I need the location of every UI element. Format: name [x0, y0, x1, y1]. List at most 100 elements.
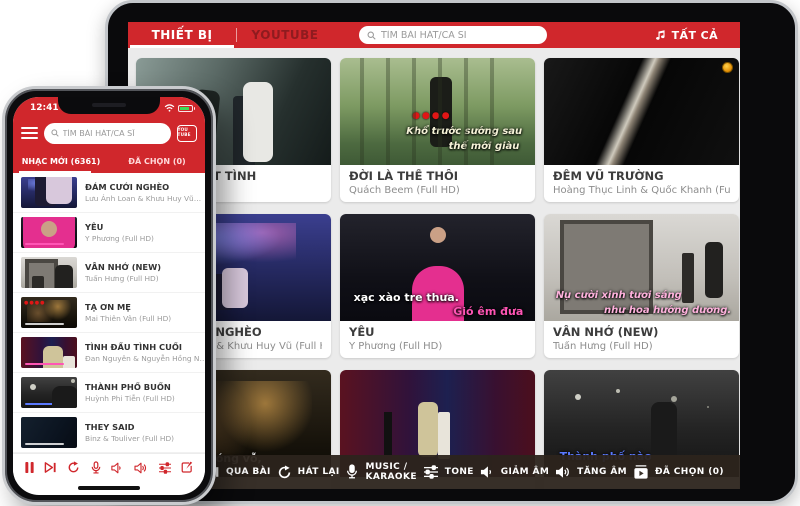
song-thumbnail — [21, 177, 77, 208]
compose-icon[interactable] — [181, 461, 194, 474]
tone-button[interactable]: TONE — [423, 465, 474, 479]
ipad-search-box[interactable] — [359, 26, 547, 44]
song-card[interactable]: xạc xào tre thưa. Gió êm đưa YÊU Y Phươn… — [340, 214, 535, 358]
song-title: ĐÊM VŨ TRƯỜNG — [553, 169, 730, 183]
music-karaoke-button[interactable]: MUSIC /KARAOKE — [345, 462, 416, 483]
screenshot-stage: THIẾT BỊ YOUTUBE TẤT CẢ ĐANG THẤT TÌNH (… — [0, 0, 800, 506]
song-artist: Mai Thiên Vân (Full HD) — [85, 314, 171, 323]
song-title: TẠ ƠN MẸ — [85, 302, 171, 312]
tone-sliders-icon[interactable] — [158, 462, 172, 474]
list-item[interactable]: THÀNH PHỐ BUỒN Huỳnh Phi Tiễn (Full HD) — [13, 373, 205, 413]
list-item[interactable]: VẪN NHỚ (NEW) Tuấn Hưng (Full HD) — [13, 253, 205, 293]
button-label: GIẢM ÂM — [501, 467, 550, 477]
all-songs-button[interactable]: TẤT CẢ — [654, 29, 718, 42]
youtube-button[interactable]: YOU TUBE — [177, 125, 197, 142]
playlist-icon — [633, 465, 649, 480]
song-thumbnail — [544, 58, 739, 165]
replay-icon[interactable] — [67, 461, 80, 474]
replay-icon — [277, 465, 292, 480]
song-title: ĐÁM CƯỚI NGHÈO — [85, 182, 201, 192]
song-artist: Huỳnh Phi Tiễn (Full HD) — [85, 394, 175, 403]
song-card[interactable]: ●●●● Khổ trước sướng sau thế mới giàu ĐỜ… — [340, 58, 535, 202]
song-thumbnail — [21, 217, 77, 248]
song-artist: Y Phương (Full HD) — [349, 341, 526, 352]
lyric-line: như hoa hướng dương. — [604, 305, 731, 316]
microphone-icon — [345, 464, 359, 480]
clock-time: 12:41 — [30, 103, 59, 113]
iphone-song-list: ĐÁM CƯỚI NGHÈO Lưu Ánh Loan & Khưu Huy V… — [13, 173, 205, 453]
button-label: QUA BÀI — [226, 467, 271, 477]
iphone-search-box[interactable] — [44, 123, 171, 144]
list-item[interactable]: TÌNH ĐẦU TÌNH CUỐI Đan Nguyên & Nguyễn H… — [13, 333, 205, 373]
tone-sliders-icon — [423, 465, 439, 479]
menu-icon[interactable] — [21, 127, 38, 139]
lyric-line: Khổ trước sướng sau — [406, 126, 522, 137]
tab-label: YOUTUBE — [252, 28, 319, 42]
tab-nhac-moi[interactable]: NHẠC MỚI (6361) — [13, 149, 109, 173]
song-artist: Đan Nguyên & Nguyễn Hồng N… — [85, 354, 205, 363]
iphone-screen: 12:41 YOU TUBE NHẠC MỚI (6361) ĐÃ CHỌN (… — [13, 97, 205, 495]
lyric-progress-dots: ●●●● — [24, 300, 45, 306]
iphone-tabs: NHẠC MỚI (6361) ĐÃ CHỌN (0) — [13, 149, 205, 173]
song-thumbnail — [21, 377, 77, 408]
song-thumbnail: xạc xào tre thưa. Gió êm đưa — [340, 214, 535, 321]
volume-down-icon — [480, 465, 495, 479]
song-artist: Lưu Ánh Loan & Khưu Huy Vũ… — [85, 194, 201, 203]
lyric-progress-dots: ●●●● — [412, 111, 451, 121]
button-label: ĐÃ CHỌN (0) — [655, 467, 724, 477]
replay-button[interactable]: HÁT LẠI — [277, 465, 340, 480]
song-thumbnail — [21, 337, 77, 368]
tab-youtube[interactable]: YOUTUBE — [237, 22, 333, 48]
lyric-line: Gió êm đưa — [453, 305, 523, 318]
youtube-button-label: YOU TUBE — [178, 128, 196, 137]
song-card[interactable]: ĐÊM VŨ TRƯỜNG Hoàng Thục Linh & Quốc Kha… — [544, 58, 739, 202]
microphone-icon[interactable] — [90, 461, 102, 475]
song-title: TÌNH ĐẦU TÌNH CUỐI — [85, 342, 205, 352]
list-item[interactable]: ●●●● TẠ ƠN MẸ Mai Thiên Vân (Full HD) — [13, 293, 205, 333]
volume-up-icon[interactable] — [134, 462, 148, 474]
ipad-bottom-toolbar: QUA BÀI HÁT LẠI MUSIC /KARAOKE TONE GIẢM… — [128, 455, 740, 489]
iphone-notch — [58, 97, 160, 114]
tab-label: ĐÃ CHỌN (0) — [128, 157, 185, 166]
tab-label: THIẾT BỊ — [152, 28, 213, 42]
song-artist: Binz & Touliver (Full HD) — [85, 434, 174, 443]
button-label: TONE — [445, 467, 474, 477]
volume-down-button[interactable]: GIẢM ÂM — [480, 465, 550, 479]
song-thumbnail: ●●●● Khổ trước sướng sau thế mới giàu — [340, 58, 535, 165]
song-title: THEY SAID — [85, 422, 174, 432]
wifi-icon — [164, 104, 175, 112]
ipad-header: THIẾT BỊ YOUTUBE TẤT CẢ — [128, 22, 740, 48]
music-note-icon — [654, 29, 667, 42]
song-title: VẪN NHỚ (NEW) — [553, 325, 730, 339]
song-card[interactable]: Nụ cười xinh tươi sáng như hoa hướng dươ… — [544, 214, 739, 358]
song-artist: Tuấn Hưng (Full HD) — [85, 274, 161, 283]
song-title: ĐỜI LÀ THẾ THÔI — [349, 169, 526, 183]
search-icon — [367, 31, 376, 40]
home-indicator[interactable] — [78, 486, 140, 490]
tab-thiet-bi[interactable]: THIẾT BỊ — [128, 22, 236, 48]
volume-down-icon[interactable] — [111, 462, 124, 474]
song-title: THÀNH PHỐ BUỒN — [85, 382, 175, 392]
song-title: VẪN NHỚ (NEW) — [85, 262, 161, 272]
list-item[interactable]: ĐÁM CƯỚI NGHÈO Lưu Ánh Loan & Khưu Huy V… — [13, 173, 205, 213]
tab-da-chon[interactable]: ĐÃ CHỌN (0) — [109, 149, 205, 173]
button-label: TĂNG ÂM — [577, 467, 627, 477]
list-item[interactable]: YÊU Y Phương (Full HD) — [13, 213, 205, 253]
selected-songs-button[interactable]: ĐÃ CHỌN (0) — [633, 465, 724, 480]
tab-label: NHẠC MỚI (6361) — [22, 157, 101, 166]
skip-next-icon[interactable] — [44, 461, 57, 474]
song-thumbnail: Nụ cười xinh tươi sáng như hoa hướng dươ… — [544, 214, 739, 321]
iphone-search-input[interactable] — [63, 129, 164, 138]
list-item[interactable]: THEY SAID Binz & Touliver (Full HD) — [13, 413, 205, 453]
volume-up-button[interactable]: TĂNG ÂM — [555, 465, 627, 479]
song-artist: Quách Beem (Full HD) — [349, 185, 526, 196]
volume-up-icon — [555, 465, 571, 479]
pause-icon[interactable] — [24, 461, 35, 474]
song-thumbnail: ●●●● — [21, 297, 77, 328]
all-songs-label: TẤT CẢ — [672, 29, 718, 42]
search-icon — [51, 129, 59, 137]
lyric-line: thế mới giàu — [449, 141, 520, 152]
song-thumbnail — [21, 257, 77, 288]
song-artist: Y Phương (Full HD) — [85, 234, 154, 243]
ipad-search-input[interactable] — [381, 30, 539, 41]
